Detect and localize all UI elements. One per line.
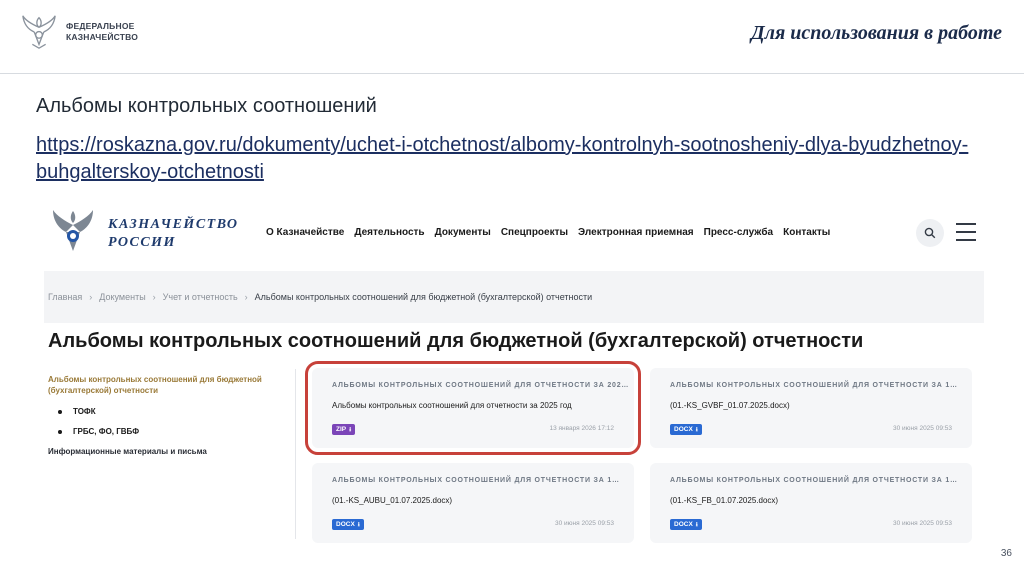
breadcrumb: Главная › Документы › Учет и отчетность … <box>48 292 592 302</box>
slide-divider <box>0 73 1024 74</box>
badge-label: DOCX <box>674 426 693 433</box>
badge-label: DOCX <box>674 521 693 528</box>
download-docx-badge[interactable]: DOCX ⭳ <box>670 519 702 530</box>
sidebar-item-info-materials[interactable]: Информационные материалы и письма <box>48 447 288 456</box>
breadcrumb-current: Альбомы контрольных соотношений для бюдж… <box>254 292 593 302</box>
card-file-name: (01.-KS_FB_01.07.2025.docx) <box>670 496 779 505</box>
card-date: 30 июня 2025 09:53 <box>555 520 614 527</box>
card-date: 30 июня 2025 09:53 <box>893 520 952 527</box>
download-zip-badge[interactable]: ZIP ⭳ <box>332 424 356 435</box>
website-screenshot: КАЗНАЧЕЙСТВО РОССИИ О Казначействе Деяте… <box>38 199 986 551</box>
menu-hamburger-icon[interactable] <box>956 223 976 241</box>
download-arrow-icon: ⭳ <box>349 426 352 433</box>
albums-url-link[interactable]: https://roskazna.gov.ru/dokumenty/uchet-… <box>36 132 996 186</box>
card-heading: АЛЬБОМЫ КОНТРОЛЬНЫХ СООТНОШЕНИЙ ДЛЯ ОТЧЕ… <box>332 382 630 389</box>
sidebar: Альбомы контрольных соотношений для бюдж… <box>48 374 288 456</box>
download-docx-badge[interactable]: DOCX ⭳ <box>332 519 364 530</box>
document-card-aubu[interactable]: АЛЬБОМЫ КОНТРОЛЬНЫХ СООТНОШЕНИЙ ДЛЯ ОТЧЕ… <box>312 463 634 543</box>
card-heading: АЛЬБОМЫ КОНТРОЛЬНЫХ СООТНОШЕНИЙ ДЛЯ ОТЧЕ… <box>332 477 620 484</box>
document-card-gvbf[interactable]: АЛЬБОМЫ КОНТРОЛЬНЫХ СООТНОШЕНИЙ ДЛЯ ОТЧЕ… <box>650 368 972 448</box>
badge-label: DOCX <box>336 521 355 528</box>
sidebar-subitem-grbs[interactable]: ГРБС, ФО, ГВБФ <box>58 427 288 436</box>
nav-item-contacts[interactable]: Контакты <box>783 227 830 238</box>
card-file-name: (01.-KS_AUBU_01.07.2025.docx) <box>332 496 453 505</box>
search-button[interactable] <box>916 219 944 247</box>
download-arrow-icon: ⭳ <box>695 521 698 528</box>
card-date: 13 января 2026 17:12 <box>549 425 614 432</box>
site-name-line1: КАЗНАЧЕЙСТВО <box>108 217 239 232</box>
treasury-logo: ФЕДЕРАЛЬНОЕ КАЗНАЧЕЙСТВО <box>20 12 138 52</box>
breadcrumb-documents[interactable]: Документы <box>99 292 145 302</box>
sidebar-divider <box>295 369 296 539</box>
card-date: 30 июня 2025 09:53 <box>893 425 952 432</box>
download-arrow-icon: ⭳ <box>357 521 360 528</box>
chevron-right-icon: › <box>244 292 248 302</box>
nav-item-activity[interactable]: Деятельность <box>354 227 424 238</box>
document-card-2025[interactable]: АЛЬБОМЫ КОНТРОЛЬНЫХ СООТНОШЕНИЙ ДЛЯ ОТЧЕ… <box>305 361 641 455</box>
site-name-line2: РОССИИ <box>108 235 176 250</box>
page-number: 36 <box>1000 548 1012 559</box>
nav-item-about[interactable]: О Казначействе <box>266 227 344 238</box>
slide-tag: Для использования в работе <box>751 22 1002 44</box>
card-file-name: Альбомы контрольных соотношений для отче… <box>332 401 572 410</box>
document-card-fb[interactable]: АЛЬБОМЫ КОНТРОЛЬНЫХ СООТНОШЕНИЙ ДЛЯ ОТЧЕ… <box>650 463 972 543</box>
card-file-name: (01.-KS_GVBF_01.07.2025.docx) <box>670 401 790 410</box>
page-title: Альбомы контрольных соотношений для бюдж… <box>48 330 864 352</box>
bullet-icon <box>58 429 62 434</box>
slide-heading: Альбомы контрольных соотношений <box>36 95 377 117</box>
breadcrumb-bar: Главная › Документы › Учет и отчетность … <box>44 271 984 323</box>
eagle-emblem-icon <box>22 15 56 49</box>
nav-item-documents[interactable]: Документы <box>435 227 491 238</box>
bullet-icon <box>58 409 62 414</box>
logo-text-line2: КАЗНАЧЕЙСТВО <box>66 32 139 42</box>
sidebar-subitem-label: ТОФК <box>73 407 96 416</box>
chevron-right-icon: › <box>152 292 156 302</box>
site-header: КАЗНАЧЕЙСТВО РОССИИ О Казначействе Деяте… <box>38 199 986 269</box>
breadcrumb-accounting[interactable]: Учет и отчетность <box>163 292 238 302</box>
site-name[interactable]: КАЗНАЧЕЙСТВО РОССИИ <box>108 216 239 252</box>
logo-text-line1: ФЕДЕРАЛЬНОЕ <box>66 21 135 31</box>
sidebar-item-albums[interactable]: Альбомы контрольных соотношений для бюдж… <box>48 374 288 396</box>
card-heading: АЛЬБОМЫ КОНТРОЛЬНЫХ СООТНОШЕНИЙ ДЛЯ ОТЧЕ… <box>670 382 958 389</box>
card-heading: АЛЬБОМЫ КОНТРОЛЬНЫХ СООТНОШЕНИЙ ДЛЯ ОТЧЕ… <box>670 477 958 484</box>
nav-item-press[interactable]: Пресс-служба <box>704 227 773 238</box>
download-docx-badge[interactable]: DOCX ⭳ <box>670 424 702 435</box>
search-icon <box>924 227 936 239</box>
breadcrumb-home[interactable]: Главная <box>48 292 82 302</box>
download-arrow-icon: ⭳ <box>695 426 698 433</box>
sidebar-subitem-label: ГРБС, ФО, ГВБФ <box>73 427 140 436</box>
nav-item-special-projects[interactable]: Спецпроекты <box>501 227 568 238</box>
sidebar-subitem-tofk[interactable]: ТОФК <box>58 407 288 416</box>
main-nav: О Казначействе Деятельность Документы Сп… <box>266 227 830 238</box>
nav-item-e-reception[interactable]: Электронная приемная <box>578 227 694 238</box>
chevron-right-icon: › <box>89 292 93 302</box>
eagle-emblem-icon[interactable] <box>48 207 98 259</box>
badge-label: ZIP <box>336 426 347 433</box>
sidebar-submenu: ТОФК ГРБС, ФО, ГВБФ <box>48 407 288 436</box>
